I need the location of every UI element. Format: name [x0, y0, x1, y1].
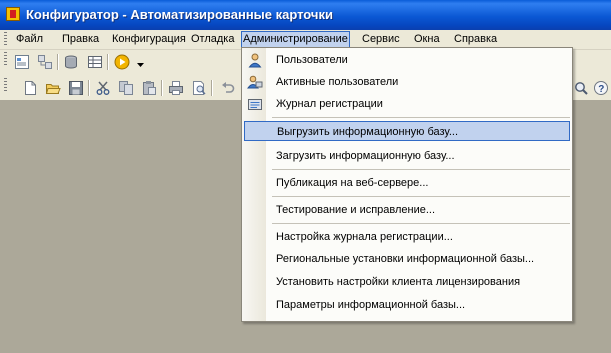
copy-icon[interactable]	[118, 80, 134, 96]
save-icon[interactable]	[68, 80, 84, 96]
svg-text:?: ?	[598, 84, 604, 95]
menu-item-active-users[interactable]: Активные пользователи	[244, 72, 570, 92]
active-users-icon	[247, 74, 263, 90]
menubar-grip[interactable]	[4, 32, 7, 46]
user-icon	[247, 52, 263, 68]
menu-item-infobase-params[interactable]: Параметры информационной базы...	[244, 295, 570, 315]
undo-icon[interactable]	[220, 80, 236, 96]
menu-service[interactable]: Сервис	[361, 32, 401, 47]
dropdown-arrow-icon[interactable]	[133, 54, 149, 70]
search-icon[interactable]	[573, 80, 589, 96]
menu-separator	[272, 169, 570, 170]
menu-edit[interactable]: Правка	[61, 32, 100, 47]
menu-file[interactable]: Файл	[15, 32, 44, 47]
menu-item-test-repair[interactable]: Тестирование и исправление...	[244, 200, 570, 220]
app-icon	[6, 7, 20, 21]
menu-debug[interactable]: Отладка	[190, 32, 235, 47]
help-icon[interactable]: ?	[593, 80, 609, 96]
run-icon[interactable]	[114, 54, 130, 70]
menu-separator	[272, 196, 570, 197]
menu-item-log-settings[interactable]: Настройка журнала регистрации...	[244, 227, 570, 247]
toolbar1-grip[interactable]	[4, 52, 7, 66]
open-folder-icon[interactable]	[45, 80, 61, 96]
toolbar2-grip[interactable]	[4, 78, 7, 92]
print-preview-icon[interactable]	[191, 80, 207, 96]
toolbar-separator	[88, 80, 90, 96]
menu-item-event-log[interactable]: Журнал регистрации	[244, 94, 570, 114]
grid-icon[interactable]	[87, 54, 103, 70]
administration-menu: Пользователи Активные пользователи Журна…	[241, 47, 573, 322]
config-window-icon[interactable]	[14, 54, 30, 70]
menu-item-export-infobase[interactable]: Выгрузить информационную базу...	[244, 121, 570, 141]
menu-item-regional-settings[interactable]: Региональные установки информационной ба…	[244, 249, 570, 269]
menu-help[interactable]: Справка	[453, 32, 498, 47]
toolbar-separator	[57, 54, 59, 70]
menu-item-web-publish[interactable]: Публикация на веб-сервере...	[244, 173, 570, 193]
print-icon[interactable]	[168, 80, 184, 96]
menu-item-import-infobase[interactable]: Загрузить информационную базу...	[244, 146, 570, 166]
title-bar[interactable]: Конфигуратор - Автоматизированные карточ…	[0, 0, 611, 30]
new-file-icon[interactable]	[22, 80, 38, 96]
paste-icon[interactable]	[141, 80, 157, 96]
menu-windows[interactable]: Окна	[413, 32, 441, 47]
toolbar-separator	[211, 80, 213, 96]
window-title: Конфигуратор - Автоматизированные карточ…	[26, 7, 333, 22]
menu-separator	[272, 117, 570, 118]
toolbar-separator	[161, 80, 163, 96]
config-tree-icon[interactable]	[37, 54, 53, 70]
toolbar-separator	[107, 54, 109, 70]
menu-item-users[interactable]: Пользователи	[244, 50, 570, 70]
menu-administration[interactable]: Администрирование	[241, 31, 350, 48]
log-icon	[247, 96, 263, 112]
menu-configuration[interactable]: Конфигурация	[111, 32, 187, 47]
cut-icon[interactable]	[95, 80, 111, 96]
menu-separator	[272, 223, 570, 224]
database-icon[interactable]	[63, 54, 79, 70]
menu-item-license-client[interactable]: Установить настройки клиента лицензирова…	[244, 272, 570, 292]
